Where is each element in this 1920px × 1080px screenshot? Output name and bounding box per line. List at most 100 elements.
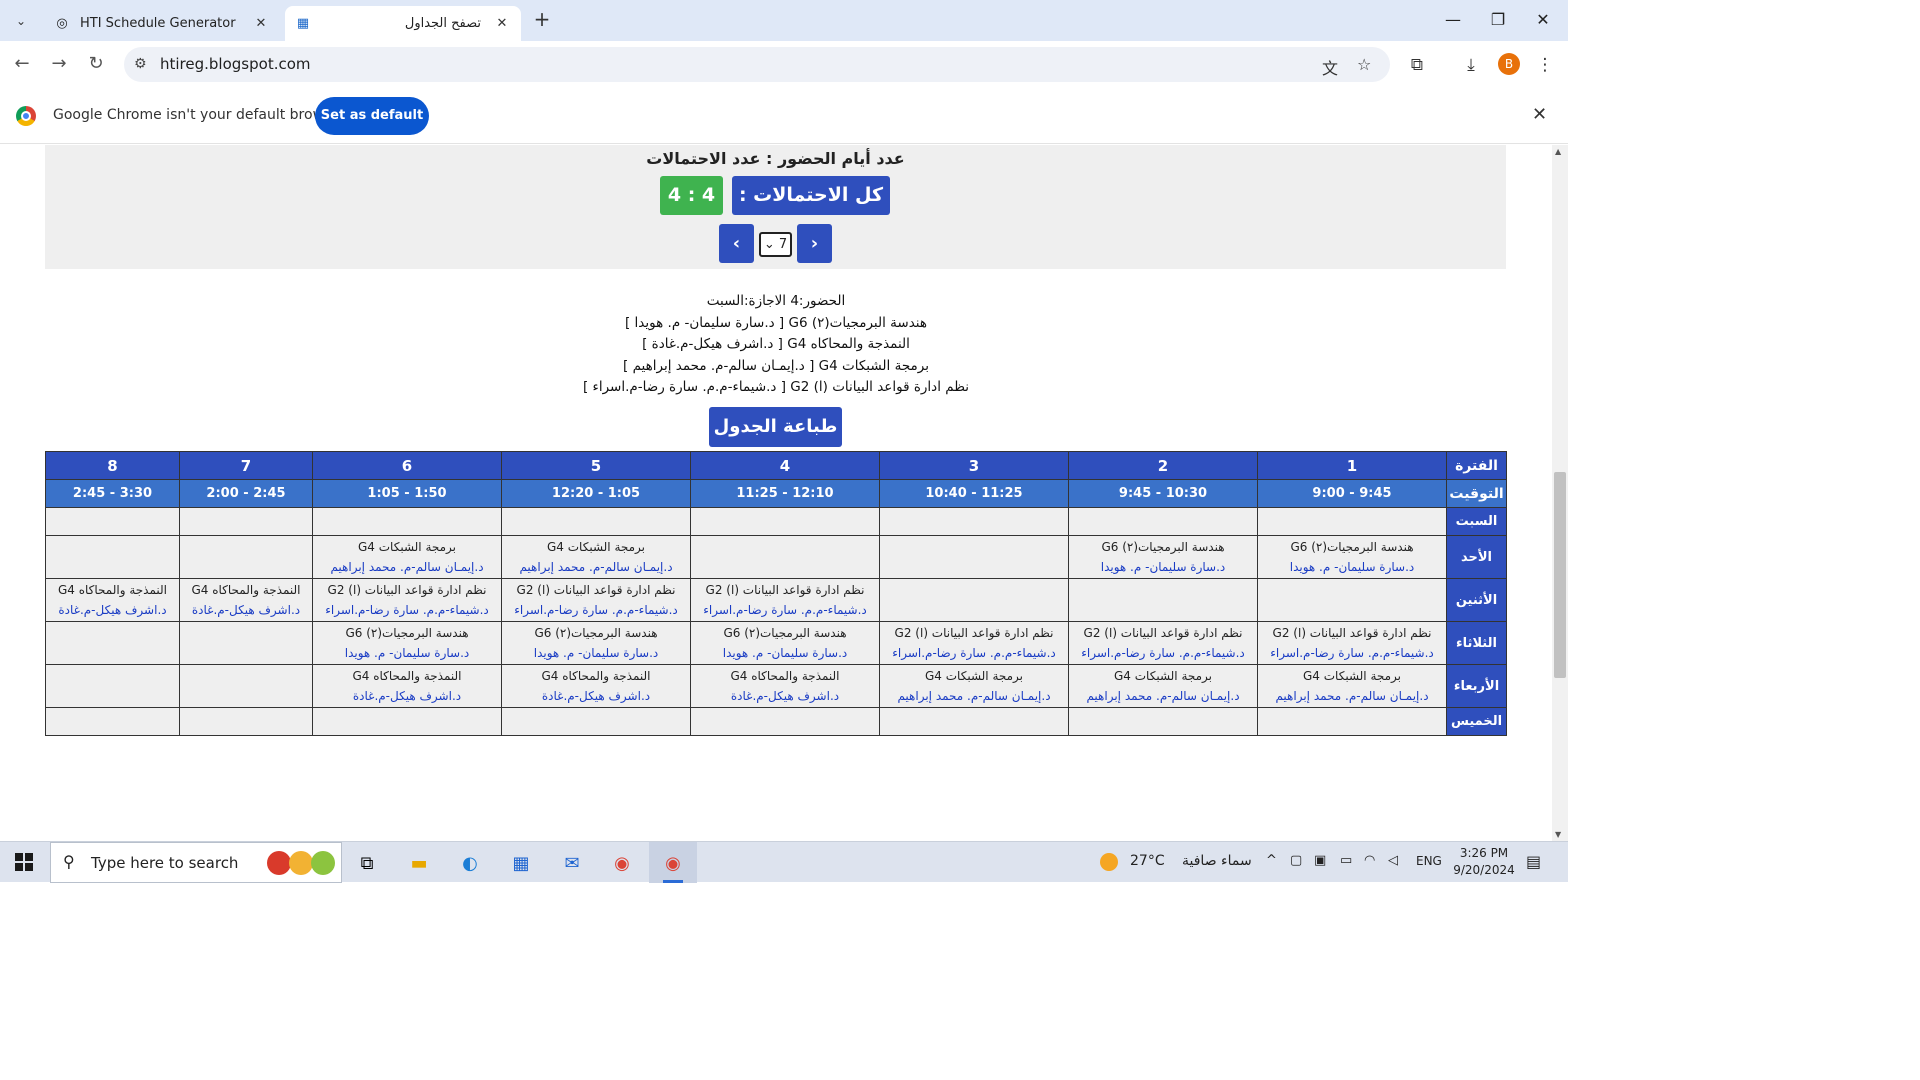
forward-arrow-icon[interactable]: →	[47, 53, 71, 77]
page-scrollbar[interactable]: ▲ ▼	[1552, 145, 1568, 841]
schedule-cell: هندسة البرمجيات(٢) G6 د.سارة سليمان- م. ه…	[1068, 535, 1258, 579]
set-default-button[interactable]: Set as default	[315, 97, 429, 135]
fruit-apple-icon	[267, 851, 291, 875]
bookmark-star-icon[interactable]: ☆	[1357, 55, 1371, 74]
schedule-cell: نظم ادارة قواعد البيانات (ا) G2 د.شيماء-م…	[879, 621, 1069, 665]
tab-browse-schedules[interactable]: ▦ تصفح الجداول ✕	[285, 6, 521, 41]
scroll-up-icon[interactable]: ▲	[1555, 147, 1561, 156]
taskbar-search-box[interactable]: ⚲ Type here to search	[50, 842, 342, 883]
back-arrow-icon[interactable]: ←	[10, 53, 34, 77]
scrollbar-thumb[interactable]	[1554, 472, 1566, 678]
course-name: نظم ادارة قواعد البيانات (ا) G2	[516, 583, 676, 597]
instructor-names: د.شيماء-م.م. سارة رضا-م.اسراء	[1081, 646, 1245, 660]
volume-icon[interactable]: ◁	[1388, 853, 1398, 868]
extensions-icon[interactable]: ⧉	[1405, 53, 1429, 77]
tray-chevron-up-icon[interactable]: ^	[1266, 853, 1277, 868]
course-name: برمجة الشبكات G4	[924, 669, 1024, 683]
weather-sun-icon[interactable]	[1100, 853, 1118, 871]
input-language[interactable]: ENG	[1416, 854, 1442, 868]
site-favicon-icon: ▦	[296, 16, 310, 31]
schedule-cell	[45, 621, 180, 665]
instructor-names: د.إيمـان سالم-م. محمد إبراهيم	[1275, 689, 1429, 703]
tab-strip: ⌄ ◎ HTI Schedule Generator ✕ ▦ تصفح الجد…	[0, 0, 1568, 41]
period-header-row: الفترة 12345678	[45, 451, 1507, 480]
mail-icon[interactable]: ✉	[557, 848, 587, 878]
scroll-down-icon[interactable]: ▼	[1555, 830, 1561, 839]
chrome-taskbar-icon[interactable]: ◉	[607, 848, 637, 878]
close-infobar-icon[interactable]: ✕	[1532, 104, 1547, 125]
instructor-names: د.شيماء-م.م. سارة رضا-م.اسراء	[892, 646, 1056, 660]
schedule-cell	[501, 707, 691, 736]
minimize-icon[interactable]: —	[1430, 0, 1476, 41]
print-schedule-button[interactable]: طباعة الجدول	[709, 407, 842, 447]
schedule-cell: هندسة البرمجيات(٢) G6 د.سارة سليمان- م. ه…	[690, 621, 880, 665]
previous-option-button[interactable]: ‹	[719, 224, 754, 263]
file-explorer-icon[interactable]: ▬	[404, 848, 434, 878]
summary-course-line: نظم ادارة قواعد البيانات (ا) G2 [ د.شيما…	[582, 379, 970, 395]
reload-icon[interactable]: ↻	[84, 53, 108, 77]
summary-course-line: برمجة الشبكات G4 [ د.إيمـان سالم-م. محمد…	[623, 357, 929, 374]
summary-course-line: هندسة البرمجيات(٢) G6 [ د.سارة سليمان- م…	[624, 314, 927, 331]
course-name: النمذجة والمحاكاه G4	[541, 669, 651, 683]
schedule-cell	[879, 535, 1069, 579]
wifi-icon[interactable]: ◠	[1364, 853, 1375, 868]
period-number: 6	[312, 451, 502, 480]
close-window-icon[interactable]: ✕	[1520, 0, 1566, 41]
tab-schedule-generator[interactable]: ◎ HTI Schedule Generator ✕	[44, 6, 280, 41]
option-select[interactable]: ⌄ 7	[759, 232, 792, 257]
new-tab-plus-icon[interactable]: +	[530, 8, 554, 32]
edge-browser-icon[interactable]: ◐	[455, 848, 485, 878]
weather-temperature[interactable]: 27°C	[1130, 853, 1165, 869]
instructor-names: د.شيماء-م.م. سارة رضا-م.اسراء	[703, 603, 867, 617]
microsoft-store-icon[interactable]: ▦	[506, 848, 536, 878]
schedule-cell	[690, 535, 880, 579]
chrome-profile-taskbar-icon[interactable]: ◉	[658, 848, 688, 878]
chrome-logo-icon	[16, 106, 36, 126]
day-name: الخميس	[1446, 707, 1507, 736]
period-number: 4	[690, 451, 880, 480]
schedule-cell: هندسة البرمجيات(٢) G6 د.سارة سليمان- م. ه…	[1257, 535, 1447, 579]
site-info-icon[interactable]: ⚙	[134, 56, 147, 72]
translate-icon[interactable]: 文	[1322, 55, 1338, 79]
schedule-cell	[1068, 578, 1258, 622]
day-row: الأربعاء برمجة الشبكات G4 د.إيمـان سالم-م.…	[45, 664, 1507, 708]
close-tab-icon[interactable]: ✕	[250, 13, 272, 35]
tray-device-icon[interactable]: ▢	[1290, 853, 1302, 868]
chevron-down-icon: ⌄	[763, 237, 775, 252]
attendance-line: الحضور:4 الاجازة:السبت	[706, 293, 846, 309]
weather-description[interactable]: سماء صافية	[1182, 853, 1252, 869]
infobar-message: Google Chrome isn't your default browser	[53, 107, 346, 123]
system-clock[interactable]: 3:26 PM 9/20/2024	[1448, 845, 1520, 879]
tray-meet-icon[interactable]: ▣	[1314, 853, 1326, 868]
tab-search-chevron-icon[interactable]: ⌄	[8, 8, 34, 34]
battery-icon[interactable]: ▭	[1340, 853, 1352, 868]
period-time: 2:45 - 2:00	[179, 479, 313, 508]
schedule-cell: هندسة البرمجيات(٢) G6 د.سارة سليمان- م. ه…	[501, 621, 691, 665]
schedule-cell	[1257, 507, 1447, 536]
course-name: برمجة الشبكات G4	[1302, 669, 1402, 683]
profile-avatar[interactable]: B	[1498, 53, 1520, 75]
schedule-cell: النمذجة والمحاكاه G4 د.اشرف هيكل-م.غادة	[690, 664, 880, 708]
instructor-names: د.إيمـان سالم-م. محمد إبراهيم	[330, 560, 484, 574]
notifications-icon[interactable]: ▤	[1526, 852, 1541, 871]
windows-start-icon[interactable]	[15, 853, 33, 871]
schedule-cell	[1257, 707, 1447, 736]
close-tab-icon[interactable]: ✕	[491, 13, 513, 35]
instructor-names: د.اشرف هيكل-م.غادة	[191, 603, 301, 617]
panel-title: عدد أيام الحضور : عدد الاحتمالات	[646, 149, 905, 168]
day-row: السبت	[45, 507, 1507, 536]
task-view-icon[interactable]: ⧉	[352, 848, 382, 878]
instructor-names: د.اشرف هيكل-م.غادة	[58, 603, 167, 617]
day-row: الثلاثاء نظم ادارة قواعد البيانات (ا) G2 د…	[45, 621, 1507, 665]
instructor-names: د.سارة سليمان- م. هويدا	[722, 646, 848, 660]
day-row: الأثنين نظم ادارة قواعد البيانات (ا) G2 د.…	[45, 578, 1507, 622]
course-name: هندسة البرمجيات(٢) G6	[345, 626, 469, 640]
instructor-names: د.إيمـان سالم-م. محمد إبراهيم	[519, 560, 673, 574]
more-menu-icon[interactable]: ⋮	[1533, 53, 1557, 77]
download-icon[interactable]: ⤓	[1459, 53, 1483, 77]
url-text[interactable]: htireg.blogspot.com	[160, 55, 311, 73]
restore-icon[interactable]: ❐	[1475, 0, 1521, 41]
next-option-button[interactable]: ›	[797, 224, 832, 263]
period-number: 8	[45, 451, 180, 480]
address-bar[interactable]: ⚙ htireg.blogspot.com 文 ☆	[124, 47, 1390, 82]
